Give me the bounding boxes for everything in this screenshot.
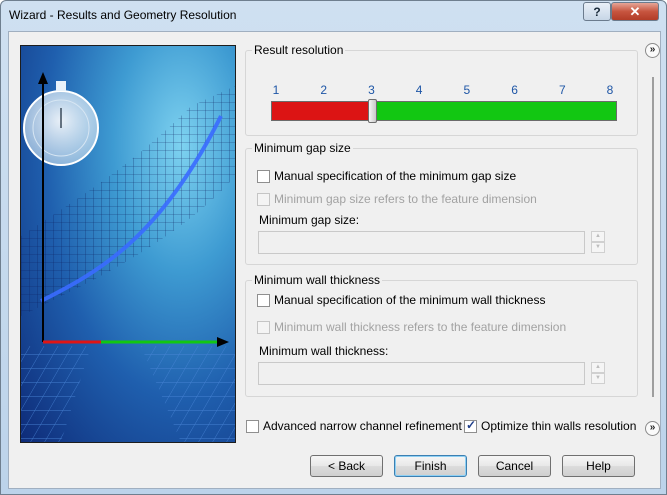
help-button[interactable]: Help (562, 455, 635, 477)
wizard-window: Wizard - Results and Geometry Resolution… (0, 0, 667, 495)
min-gap-spinner: ▲ ▼ (591, 231, 605, 253)
double-chevron-down-icon[interactable]: » (645, 421, 660, 436)
options-panel: Result resolution 1 2 3 4 5 6 7 8 Minimum gap s… (245, 42, 643, 412)
resolution-tick-labels: 1 2 3 4 5 6 7 8 (246, 83, 639, 97)
spin-down-icon: ▼ (591, 242, 605, 253)
wizard-body: Result resolution 1 2 3 4 5 6 7 8 Minimum gap s… (8, 31, 661, 489)
min-gap-manual-checkbox[interactable] (257, 169, 270, 183)
narrow-channel-label: Advanced narrow channel refinement (263, 419, 462, 433)
thin-walls-label: Optimize thin walls resolution (481, 419, 637, 433)
double-chevron-up-icon[interactable]: » (645, 43, 660, 58)
min-gap-title: Minimum gap size (252, 141, 353, 155)
back-button[interactable]: < Back (310, 455, 383, 477)
spin-down-icon: ▼ (591, 373, 605, 384)
resolution-tick-label: 3 (368, 83, 375, 97)
window-title: Wizard - Results and Geometry Resolution (9, 8, 237, 22)
thin-walls-row[interactable]: Optimize thin walls resolution (464, 418, 636, 434)
slider-thumb[interactable] (368, 99, 378, 123)
spin-up-icon: ▲ (591, 231, 605, 242)
min-gap-input (258, 231, 585, 254)
result-resolution-group: Result resolution 1 2 3 4 5 6 7 8 (245, 43, 639, 136)
resolution-tick-label: 8 (606, 83, 614, 97)
finish-button[interactable]: Finish (394, 455, 467, 477)
min-gap-group: Minimum gap size Manual specification of… (245, 141, 638, 265)
result-resolution-title: Result resolution (252, 43, 346, 57)
spin-up-icon: ▲ (591, 362, 605, 373)
min-wall-manual-checkbox[interactable] (257, 293, 270, 307)
wizard-illustration (20, 45, 236, 443)
illustration-graphic (21, 72, 235, 442)
min-wall-manual-row[interactable]: Manual specification of the minimum wall… (257, 292, 545, 308)
min-gap-feature-row: Minimum gap size refers to the feature d… (257, 191, 537, 207)
resolution-tick-label: 2 (320, 83, 328, 97)
min-gap-feature-checkbox (257, 192, 270, 206)
min-gap-manual-label: Manual specification of the minimum gap … (274, 169, 517, 183)
min-wall-group: Minimum wall thickness Manual specificat… (245, 273, 638, 397)
min-gap-field-label: Minimum gap size: (259, 213, 360, 227)
min-wall-manual-label: Manual specification of the minimum wall… (274, 293, 546, 307)
min-wall-spinner: ▲ ▼ (591, 362, 605, 384)
resolution-tick-label: 5 (463, 83, 471, 97)
title-bar: Wizard - Results and Geometry Resolution… (1, 1, 666, 31)
resolution-slider[interactable] (271, 99, 617, 123)
slider-high-segment (372, 102, 616, 120)
resolution-tick-label: 4 (415, 83, 423, 97)
cancel-button[interactable]: Cancel (478, 455, 551, 477)
panel-scroll-divider (652, 77, 654, 397)
narrow-channel-row[interactable]: Advanced narrow channel refinement (246, 418, 462, 434)
resolution-tick-label: 7 (558, 83, 566, 97)
title-help-button[interactable]: ? (583, 2, 611, 21)
min-gap-manual-row[interactable]: Manual specification of the minimum gap … (257, 168, 516, 184)
min-wall-feature-label: Minimum wall thickness refers to the fea… (274, 320, 567, 334)
narrow-channel-checkbox[interactable] (246, 419, 259, 433)
resolution-tick-label: 1 (272, 83, 280, 97)
title-close-button[interactable]: ✕ (611, 2, 659, 21)
resolution-tick-label: 6 (511, 83, 518, 97)
min-wall-title: Minimum wall thickness (252, 273, 383, 287)
min-gap-feature-label: Minimum gap size refers to the feature d… (274, 192, 537, 206)
thin-walls-checkbox[interactable] (464, 418, 477, 433)
min-wall-feature-checkbox (257, 320, 270, 334)
slider-low-segment (272, 102, 373, 120)
min-wall-field-label: Minimum wall thickness: (259, 344, 389, 358)
min-wall-feature-row: Minimum wall thickness refers to the fea… (257, 319, 566, 335)
min-wall-input (258, 362, 585, 385)
